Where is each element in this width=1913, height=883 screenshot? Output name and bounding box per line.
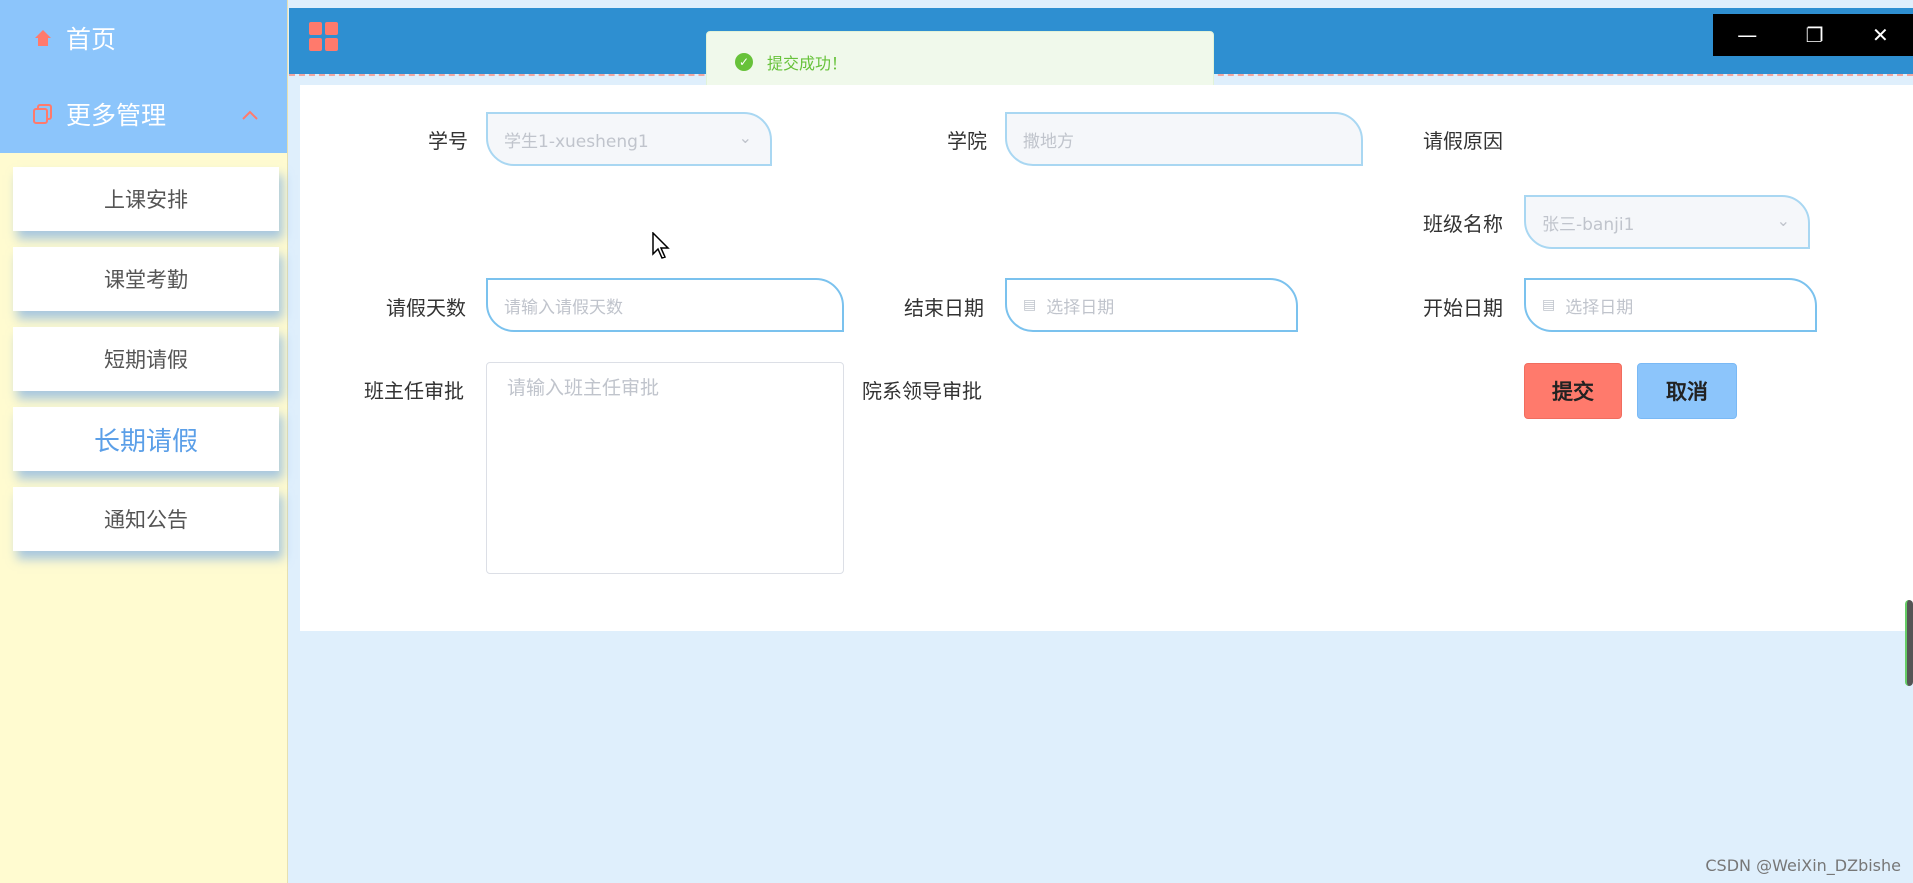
class-name-label: 班级名称 — [1423, 212, 1503, 236]
chevron-up-icon — [241, 102, 259, 126]
end-date-placeholder: 选择日期 — [1046, 297, 1115, 318]
end-date-label: 结束日期 — [904, 296, 984, 320]
reason-label: 请假原因 — [1423, 129, 1503, 153]
copy-icon — [30, 101, 56, 127]
chevron-down-icon: ⌄ — [1776, 211, 1790, 230]
sidebar-item-home[interactable]: 首页 — [0, 0, 287, 76]
mouse-cursor-icon — [652, 231, 670, 264]
sidebar-item-long-leave[interactable]: 长期请假 — [13, 407, 279, 471]
home-icon — [30, 25, 56, 51]
class-name-select[interactable]: 张三-banji1 ⌄ — [1524, 195, 1810, 249]
sidebar: 首页 更多管理 上课安排 课堂考勤 短期请假 长期请假 通知公告 — [0, 0, 288, 883]
start-date-picker[interactable]: ▤ 选择日期 — [1524, 278, 1817, 332]
sidebar-item-attendance[interactable]: 课堂考勤 — [13, 247, 279, 311]
teacher-approval-placeholder: 请输入班主任审批 — [507, 377, 660, 399]
teacher-approval-textarea[interactable]: 请输入班主任审批 — [486, 362, 844, 574]
toast-message: 提交成功！ — [767, 54, 848, 73]
sidebar-item-label: 首页 — [66, 25, 117, 54]
submenu: 上课安排 课堂考勤 短期请假 长期请假 通知公告 — [0, 153, 287, 551]
check-circle-icon: ✓ — [735, 53, 753, 71]
leave-days-placeholder: 请输入请假天数 — [504, 297, 623, 318]
submit-button[interactable]: 提交 — [1524, 363, 1622, 419]
college-value: 撒地方 — [1023, 131, 1074, 152]
leave-days-label: 请假天数 — [386, 296, 466, 320]
form-panel: 学号 学生1-xuesheng1 ⌄ 学院 撒地方 请假原因 班级名称 张三-b… — [300, 85, 1913, 631]
start-date-placeholder: 选择日期 — [1565, 297, 1634, 318]
close-icon[interactable]: ✕ — [1872, 23, 1889, 47]
sidebar-item-short-leave[interactable]: 短期请假 — [13, 327, 279, 391]
student-id-select[interactable]: 学生1-xuesheng1 ⌄ — [486, 112, 772, 166]
scrollbar-thumb[interactable] — [1905, 600, 1913, 686]
student-id-label: 学号 — [428, 129, 468, 153]
dept-approval-label: 院系领导审批 — [862, 379, 982, 403]
watermark: CSDN @WeiXin_DZbishe — [1705, 856, 1901, 875]
chevron-down-icon: ⌄ — [738, 128, 752, 147]
window-controls: — ❐ ✕ — [1713, 14, 1913, 56]
restore-icon[interactable]: ❐ — [1806, 23, 1824, 47]
teacher-approval-label: 班主任审批 — [364, 379, 464, 403]
sidebar-item-notices[interactable]: 通知公告 — [13, 487, 279, 551]
minimize-icon[interactable]: — — [1737, 23, 1757, 47]
calendar-icon: ▤ — [1023, 297, 1037, 313]
start-date-label: 开始日期 — [1423, 296, 1503, 320]
sidebar-item-more-management[interactable]: 更多管理 — [0, 76, 287, 152]
sidebar-item-class-schedule[interactable]: 上课安排 — [13, 167, 279, 231]
sidebar-header: 首页 更多管理 — [0, 0, 287, 153]
college-label: 学院 — [947, 129, 987, 153]
class-name-value: 张三-banji1 — [1542, 214, 1635, 235]
college-input[interactable]: 撒地方 — [1005, 112, 1363, 166]
sidebar-item-label: 更多管理 — [66, 101, 167, 130]
end-date-picker[interactable]: ▤ 选择日期 — [1005, 278, 1298, 332]
student-id-value: 学生1-xuesheng1 — [504, 131, 649, 152]
leave-days-input[interactable]: 请输入请假天数 — [486, 278, 844, 332]
calendar-icon: ▤ — [1542, 297, 1556, 313]
grid-menu-icon[interactable] — [309, 22, 339, 56]
cancel-button[interactable]: 取消 — [1637, 363, 1737, 419]
success-toast: ✓ 提交成功！ — [706, 31, 1214, 93]
